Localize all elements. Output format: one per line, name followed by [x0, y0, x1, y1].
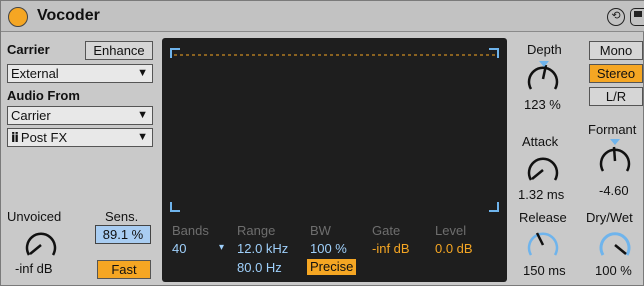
- sens-value-box[interactable]: 89.1 %: [95, 225, 151, 244]
- device-power-button[interactable]: [8, 7, 28, 27]
- bands-chevron-down-icon[interactable]: ▾: [219, 242, 224, 253]
- attack-value: 1.32 ms: [518, 187, 565, 202]
- bands-value[interactable]: 40: [172, 241, 186, 256]
- chevron-down-icon: ▼: [137, 109, 148, 121]
- lr-button[interactable]: L/R: [589, 87, 643, 106]
- audio-from-value: Carrier: [11, 108, 51, 123]
- sens-label: Sens.: [105, 209, 139, 224]
- device-title: Vocoder: [37, 7, 100, 24]
- enhance-button[interactable]: Enhance: [85, 41, 153, 60]
- device-title-bar: Vocoder ⟲: [1, 1, 644, 32]
- range-label: Range: [237, 223, 276, 238]
- depth-label: Depth: [527, 42, 562, 57]
- release-value: 150 ms: [523, 263, 566, 278]
- tap-point-value: Post FX: [20, 130, 68, 145]
- tap-point-icon: ⅱ: [11, 130, 19, 145]
- release-knob[interactable]: [523, 225, 563, 259]
- display-corner-bottom-right: [489, 202, 499, 212]
- vocoder-device: Vocoder ⟲ Carrier Enhance External ▼ Aud…: [0, 0, 644, 286]
- bands-label: Bands: [172, 223, 209, 238]
- drywet-value: 100 %: [595, 263, 632, 278]
- carrier-source-value: External: [11, 66, 59, 81]
- release-label: Release: [519, 210, 567, 225]
- display-corner-bottom-left: [170, 202, 180, 212]
- chevron-down-icon: ▼: [137, 67, 148, 79]
- precise-button[interactable]: Precise: [307, 259, 357, 275]
- unvoiced-label: Unvoiced: [7, 209, 62, 224]
- carrier-label: Carrier: [7, 42, 50, 57]
- depth-knob[interactable]: [523, 59, 563, 93]
- mono-button[interactable]: Mono: [589, 41, 643, 60]
- unvoiced-knob[interactable]: [21, 227, 61, 261]
- formant-label: Formant: [588, 122, 637, 137]
- audio-from-label: Audio From: [7, 88, 80, 103]
- chevron-down-icon: ▼: [137, 131, 148, 143]
- range-low-value[interactable]: 80.0 Hz: [237, 260, 282, 275]
- save-preset-icon[interactable]: [630, 8, 644, 26]
- drywet-label: Dry/Wet: [586, 210, 633, 225]
- drywet-knob[interactable]: [595, 225, 635, 259]
- bw-value[interactable]: 100 %: [310, 241, 347, 256]
- attack-knob[interactable]: [523, 150, 563, 184]
- formant-value: -4.60: [599, 183, 629, 198]
- gate-label: Gate: [372, 223, 401, 238]
- level-label: Level: [435, 223, 467, 238]
- gate-value[interactable]: -inf dB: [372, 241, 410, 256]
- depth-value: 123 %: [524, 97, 561, 112]
- tap-point-dropdown[interactable]: ⅱ Post FX ▼: [7, 128, 153, 147]
- attack-label: Attack: [522, 134, 559, 149]
- range-high-value[interactable]: 12.0 kHz: [237, 241, 288, 256]
- fast-button[interactable]: Fast: [97, 260, 151, 279]
- display-corner-top-right: [489, 48, 499, 58]
- audio-from-dropdown[interactable]: Carrier ▼: [7, 106, 153, 125]
- bw-label: BW: [310, 223, 331, 238]
- stereo-button[interactable]: Stereo: [589, 64, 643, 83]
- filter-display[interactable]: Bands 40 ▾ Range 12.0 kHz 80.0 Hz BW 100…: [162, 38, 507, 282]
- level-value[interactable]: 0.0 dB: [435, 241, 473, 256]
- carrier-source-dropdown[interactable]: External ▼: [7, 64, 153, 83]
- unvoiced-value: -inf dB: [15, 261, 53, 276]
- display-corner-top-left: [170, 48, 180, 58]
- formant-knob[interactable]: [595, 137, 635, 175]
- hot-swap-icon[interactable]: ⟲: [607, 8, 625, 26]
